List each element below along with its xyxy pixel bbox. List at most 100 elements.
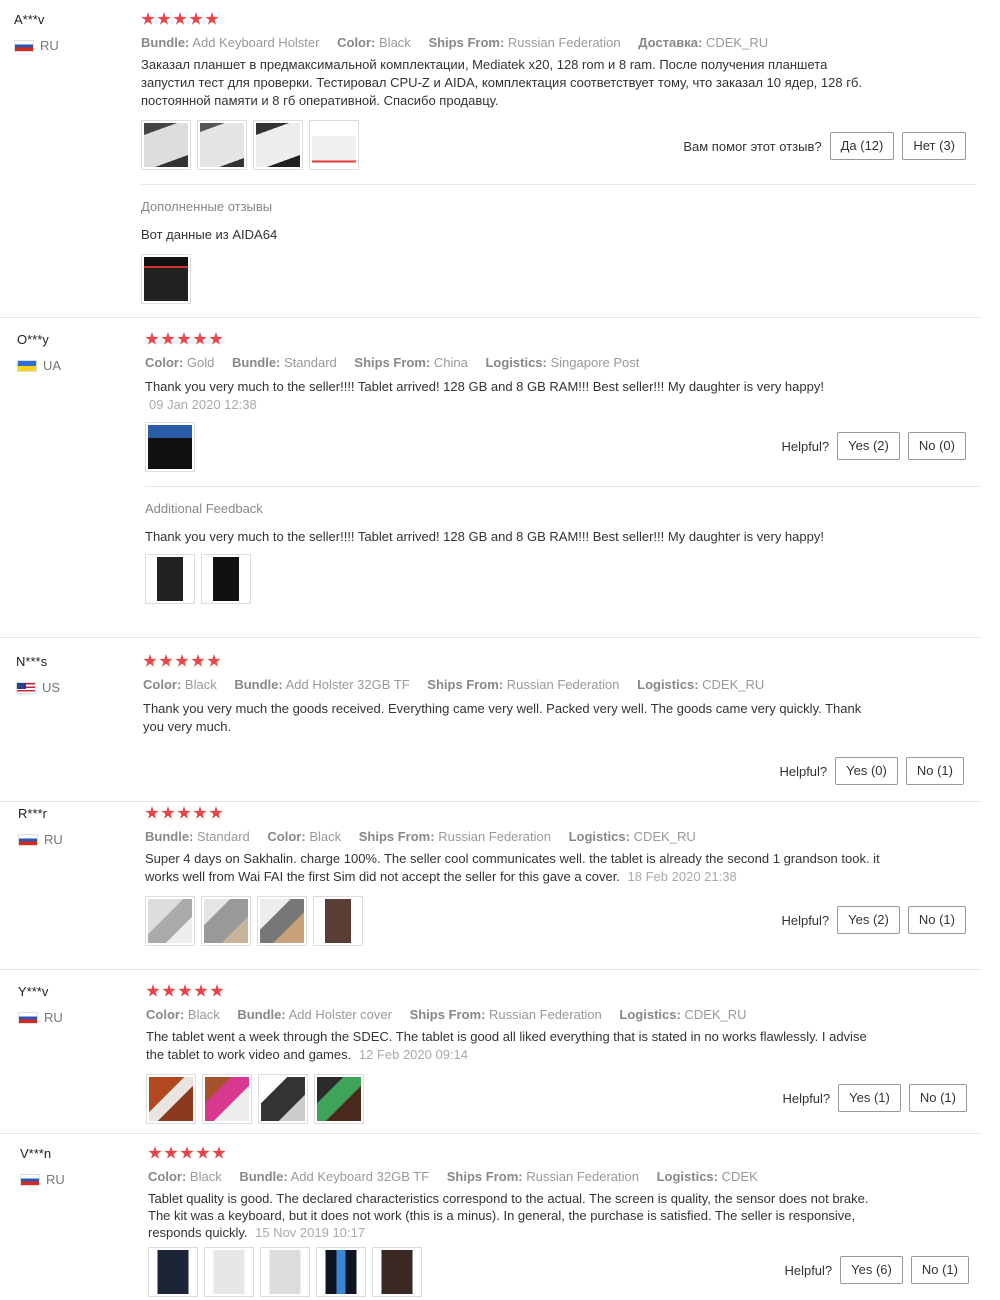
helpful-yes-button[interactable]: Да (12): [829, 132, 895, 160]
attr-key: Logistics:: [637, 677, 699, 692]
star-icon: [173, 12, 187, 25]
reviewer-country: RU: [20, 1172, 130, 1187]
star-icon: [175, 654, 189, 667]
review-photo[interactable]: [257, 896, 307, 946]
review-item: O***y UA Color: Gold Bundle: Standard Sh…: [0, 332, 982, 638]
rating-stars: [148, 1146, 983, 1164]
reviewer-name: O***y: [17, 332, 49, 347]
helpful-yes-button[interactable]: Yes (2): [837, 432, 900, 460]
attr-key: Ships From:: [427, 677, 504, 692]
review-item: Y***v RU Color: Black Bundle: Add Holste…: [0, 984, 982, 1134]
review-photo[interactable]: [314, 1074, 364, 1124]
review-text: Thank you very much to the seller!!!! Ta…: [145, 379, 824, 394]
review-photo[interactable]: [197, 120, 247, 170]
attr-key: Bundle:: [237, 1007, 286, 1022]
star-icon: [146, 984, 160, 997]
helpful-controls: Helpful? Yes (6) No (1): [784, 1256, 969, 1284]
helpful-yes-button[interactable]: Yes (1): [838, 1084, 901, 1112]
helpful-yes-button[interactable]: Yes (6): [840, 1256, 903, 1284]
attr-key: Bundle:: [232, 355, 281, 370]
review-text-body: Super 4 days on Sakhalin. charge 100%. T…: [145, 851, 880, 884]
star-icon: [189, 12, 203, 25]
review-photo[interactable]: [309, 120, 359, 170]
review-photo[interactable]: [316, 1247, 366, 1297]
review-photo[interactable]: [260, 1247, 310, 1297]
reviewer-country: RU: [18, 832, 128, 847]
helpful-controls: Helpful? Yes (2) No (1): [781, 906, 966, 934]
attr-value: Russian Federation: [526, 1169, 639, 1184]
attr-key: Bundle:: [145, 829, 194, 844]
attr-key: Ships From:: [428, 35, 505, 50]
review-item: N***s US Color: Black Bundle: Add Holste…: [0, 654, 982, 802]
star-icon: [145, 806, 159, 819]
attr-value: Russian Federation: [438, 829, 551, 844]
additional-feedback-text: Вот данные из AIDA64: [141, 227, 278, 242]
review-date: 15 Nov 2019 10:17: [255, 1225, 365, 1240]
star-icon: [161, 806, 175, 819]
helpful-no-button[interactable]: No (1): [905, 757, 964, 785]
reviewer-info: R***r RU: [18, 806, 128, 847]
attr-value: CDEK_RU: [684, 1007, 747, 1022]
reviewer-name: R***r: [18, 806, 47, 821]
rating-stars: [145, 332, 980, 350]
review-photo[interactable]: [141, 120, 191, 170]
product-attributes: Color: Black Bundle: Add Holster 32GB TF…: [143, 677, 978, 692]
product-attributes: Bundle: Standard Color: Black Ships From…: [145, 829, 980, 844]
review-photo[interactable]: [145, 554, 195, 604]
review-photo[interactable]: [204, 1247, 254, 1297]
helpful-no-button[interactable]: No (1): [907, 906, 966, 934]
additional-photos: [141, 254, 976, 304]
attr-value: Russian Federation: [506, 677, 620, 692]
review-photo[interactable]: [372, 1247, 422, 1297]
country-code: RU: [44, 832, 63, 847]
star-icon: [177, 332, 191, 345]
helpful-no-button[interactable]: No (1): [908, 1084, 967, 1112]
review-photo[interactable]: [202, 1074, 252, 1124]
review-photo[interactable]: [258, 1074, 308, 1124]
reviewer-name: Y***v: [18, 984, 49, 999]
attr-value: CDEK_RU: [702, 677, 765, 692]
attr-key: Bundle:: [141, 35, 190, 50]
review-item: V***n RU Color: Black Bundle: Add Keyboa…: [0, 1146, 982, 1300]
attr-value: Black: [189, 1169, 222, 1184]
attr-key: Ships From:: [446, 1169, 523, 1184]
helpful-no-button[interactable]: Нет (3): [902, 132, 966, 160]
review-photo[interactable]: [313, 896, 363, 946]
helpful-controls: Helpful? Yes (1) No (1): [782, 1084, 967, 1112]
helpful-yes-button[interactable]: Yes (0): [835, 757, 898, 785]
helpful-controls: Helpful? Yes (2) No (0): [781, 432, 966, 460]
star-icon: [209, 332, 223, 345]
attr-value: CDEK: [721, 1169, 758, 1184]
attr-value: Add Holster 32GB TF: [285, 677, 410, 692]
review-photo[interactable]: [145, 896, 195, 946]
star-icon: [196, 1146, 210, 1159]
review-text: Tablet quality is good. The declared cha…: [148, 1190, 888, 1241]
helpful-controls: Helpful? Yes (0) No (1): [779, 757, 964, 785]
star-icon: [162, 984, 176, 997]
reviewer-info: A***v RU: [14, 12, 124, 53]
flag-ua-icon: [17, 359, 37, 372]
attr-key: Ships From:: [409, 1007, 486, 1022]
attr-key: Color:: [337, 35, 376, 50]
helpful-no-button[interactable]: No (0): [907, 432, 966, 460]
review-photo[interactable]: [145, 422, 195, 472]
flag-ru-icon: [14, 39, 34, 52]
helpful-label: Helpful?: [781, 912, 830, 928]
helpful-no-button[interactable]: No (1): [910, 1256, 969, 1284]
review-photo[interactable]: [141, 254, 191, 304]
helpful-yes-button[interactable]: Yes (2): [837, 906, 900, 934]
attr-value: Singapore Post: [550, 355, 640, 370]
reviewer-country: US: [16, 680, 126, 695]
helpful-controls: Вам помог этот отзыв? Да (12) Нет (3): [683, 132, 966, 160]
attr-key: Logistics:: [619, 1007, 681, 1022]
review-photo[interactable]: [146, 1074, 196, 1124]
review-item: R***r RU Bundle: Standard Color: Black S…: [0, 806, 982, 970]
review-text: Thank you very much the goods received. …: [143, 701, 862, 734]
review-photo[interactable]: [253, 120, 303, 170]
review-photo[interactable]: [201, 896, 251, 946]
attr-value: Black: [184, 677, 217, 692]
review-photo[interactable]: [148, 1247, 198, 1297]
star-icon: [191, 654, 205, 667]
review-photo[interactable]: [201, 554, 251, 604]
star-icon: [193, 806, 207, 819]
